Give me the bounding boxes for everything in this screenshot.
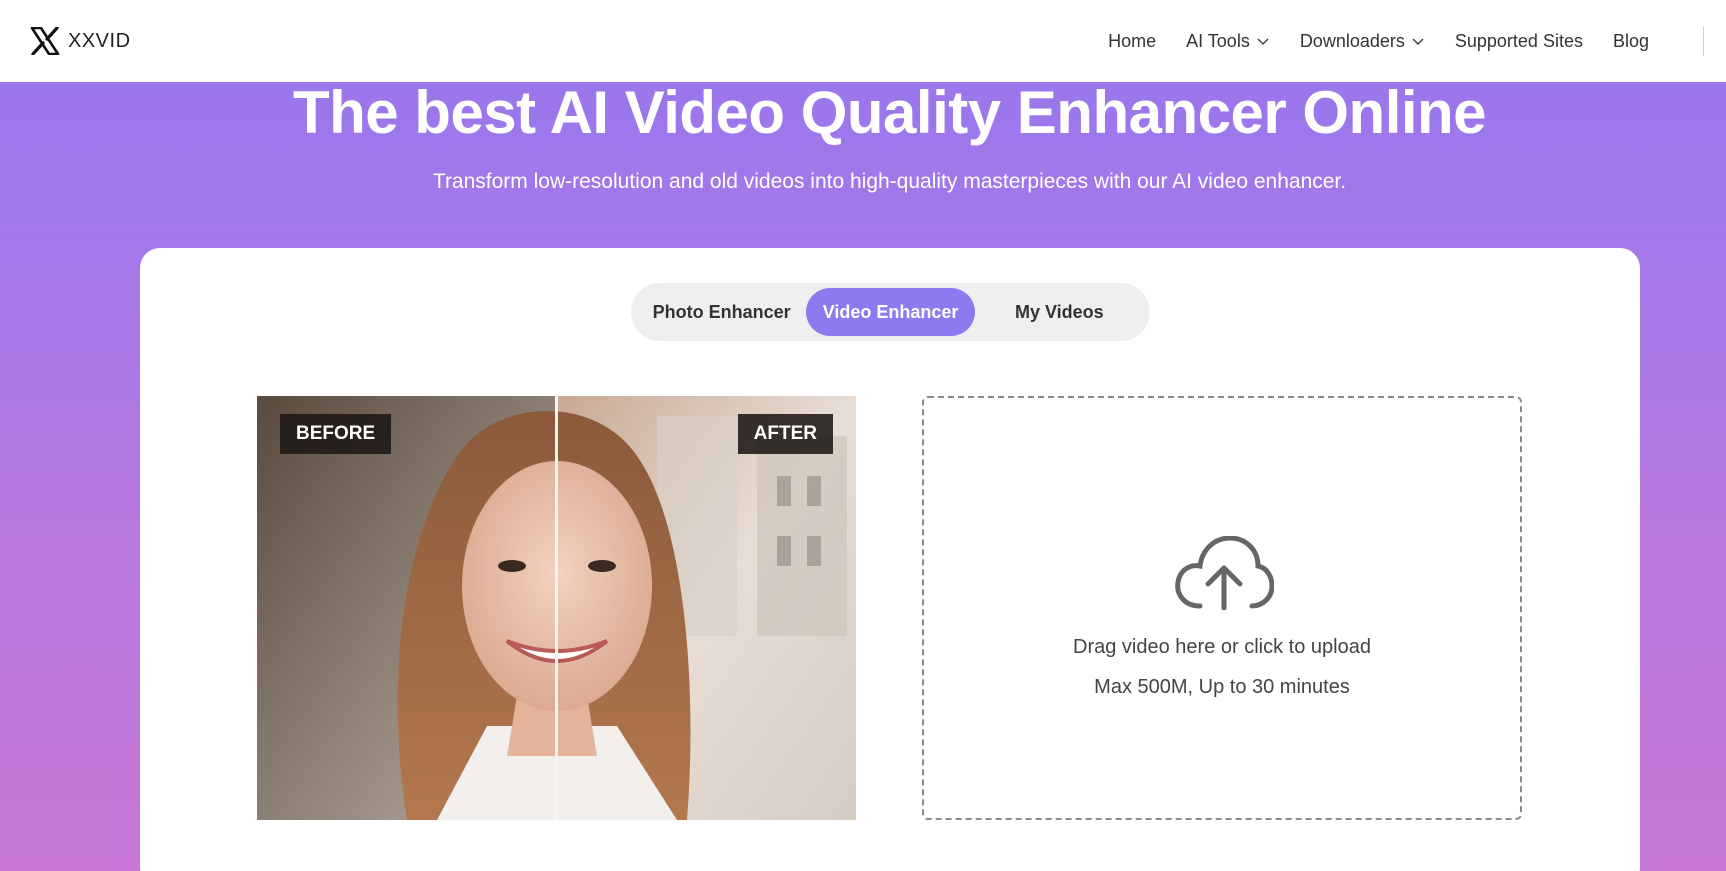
hero-subtitle: Transform low-resolution and old videos …: [432, 170, 1347, 193]
tab-photo-enhancer[interactable]: Photo Enhancer: [637, 288, 806, 336]
tab-video-enhancer[interactable]: Video Enhancer: [806, 288, 975, 336]
after-label: AFTER: [737, 414, 833, 454]
upload-instruction: Drag video here or click to upload: [1073, 636, 1371, 658]
top-navbar: XXVID Home AI Tools Downloaders Supporte…: [0, 0, 1726, 82]
nav-ai-tools[interactable]: AI Tools: [1186, 31, 1270, 52]
tab-my-videos[interactable]: My Videos: [975, 288, 1144, 336]
nav-home-label: Home: [1108, 30, 1157, 51]
brand-logo[interactable]: XXVID: [30, 27, 131, 55]
nav-home[interactable]: Home: [1108, 31, 1156, 52]
before-label: BEFORE: [280, 414, 392, 454]
chevron-down-icon: [1257, 38, 1269, 46]
nav-supported-sites[interactable]: Supported Sites: [1455, 31, 1583, 52]
nav-menu: Home AI Tools Downloaders Supported Site…: [1108, 0, 1704, 82]
nav-downloaders[interactable]: Downloaders: [1300, 31, 1425, 52]
cloud-upload-icon: [1175, 536, 1274, 610]
nav-blog[interactable]: Blog: [1613, 31, 1649, 52]
x-logo-icon: [30, 27, 60, 55]
brand-name: XXVID: [68, 29, 131, 52]
nav-blog-label: Blog: [1612, 30, 1649, 51]
comparison-divider[interactable]: [555, 396, 558, 820]
enhancer-tabs: Photo Enhancer Video Enhancer My Videos: [631, 283, 1150, 341]
video-upload-dropzone[interactable]: Drag video here or click to upload Max 5…: [922, 396, 1522, 820]
nav-downloaders-label: Downloaders: [1299, 30, 1405, 51]
nav-ai-tools-label: AI Tools: [1186, 30, 1250, 51]
page-title: The best AI Video Quality Enhancer Onlin…: [292, 79, 1487, 146]
before-after-preview: BEFORE AFTER: [257, 396, 856, 820]
nav-divider: [1703, 26, 1704, 56]
nav-supported-sites-label: Supported Sites: [1454, 30, 1583, 51]
chevron-down-icon: [1412, 38, 1424, 46]
upload-limits: Max 500M, Up to 30 minutes: [1094, 676, 1350, 698]
